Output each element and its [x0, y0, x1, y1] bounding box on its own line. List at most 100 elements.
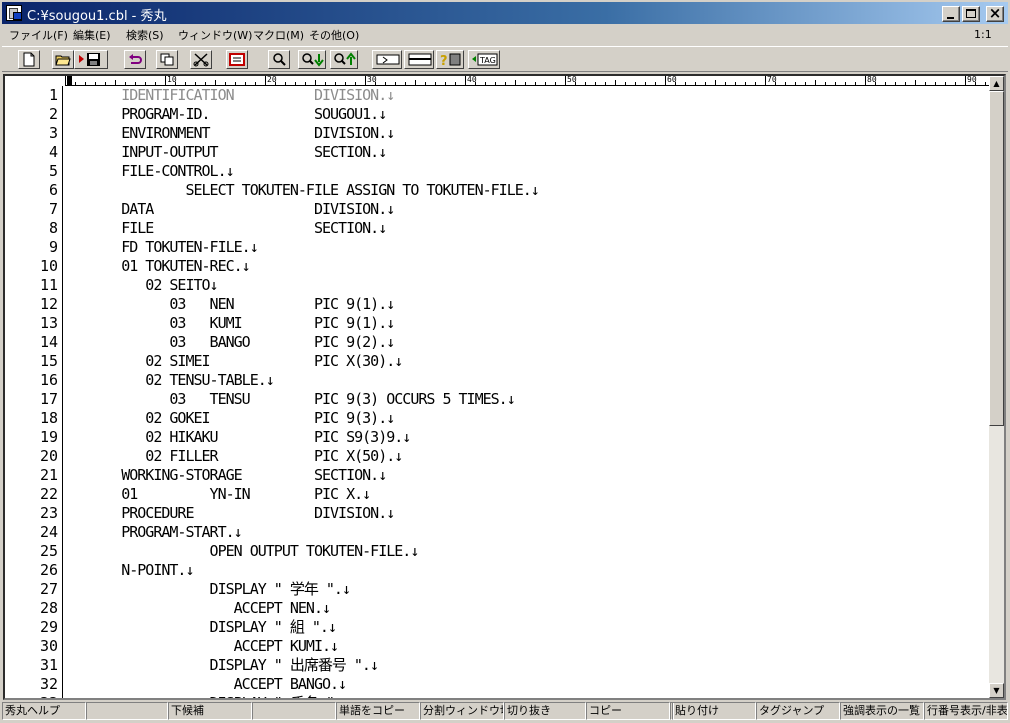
code-line[interactable]: FILE-CONTROL.↓: [65, 162, 234, 181]
code-line[interactable]: 03 BANGO PIC 9(2).↓: [65, 333, 395, 352]
ruler-tick: [825, 82, 826, 85]
line-number: 9: [48, 238, 58, 256]
code-line[interactable]: IDENTIFICATION DIVISION.↓: [65, 86, 395, 105]
ruler-tick: [415, 80, 416, 85]
jump-button[interactable]: [372, 50, 402, 69]
menu-window[interactable]: ウィンドウ(W): [178, 27, 252, 43]
copy-icon: [160, 53, 174, 66]
fkey-toggle-line-numbers[interactable]: 行番号表示/非表示: [924, 702, 1008, 720]
code-line[interactable]: INPUT-OUTPUT SECTION.↓: [65, 143, 387, 162]
search-down-button[interactable]: [298, 50, 326, 69]
help-button[interactable]: ?: [436, 50, 464, 69]
menu-edit[interactable]: 編集(E): [73, 27, 111, 43]
fkey-paste[interactable]: 貼り付け: [672, 702, 756, 720]
code-line[interactable]: ACCEPT BANGO.↓: [65, 675, 347, 694]
line-number: 18: [39, 409, 58, 427]
code-line[interactable]: FILE SECTION.↓: [65, 219, 387, 238]
code-line[interactable]: PROGRAM-ID. SOUGOU1.↓: [65, 105, 387, 124]
open-button[interactable]: [52, 50, 74, 69]
code-line[interactable]: PROCEDURE DIVISION.↓: [65, 504, 395, 523]
code-line[interactable]: DISPLAY " 組 ".↓: [65, 618, 337, 637]
ruler-tick: [935, 82, 936, 85]
code-line[interactable]: 01 YN-IN PIC X.↓: [65, 485, 371, 504]
ruler-label: 30: [367, 76, 377, 84]
menu-file[interactable]: ファイル(F): [9, 27, 68, 43]
scroll-up-button[interactable]: ▲: [989, 76, 1004, 91]
fkey-copy[interactable]: コピー: [586, 702, 670, 720]
code-line[interactable]: 03 TENSU PIC 9(3) OCCURS 5 TIMES.↓: [65, 390, 515, 409]
ruler-tick: [365, 76, 366, 85]
fkey-cut[interactable]: 切り抜き: [504, 702, 586, 720]
line-number: 19: [39, 428, 58, 446]
ruler-tick: [565, 76, 566, 85]
search-button[interactable]: [268, 50, 290, 69]
paste-button[interactable]: [226, 50, 248, 69]
code-line[interactable]: 03 NEN PIC 9(1).↓: [65, 295, 395, 314]
cut-button[interactable]: [190, 50, 212, 69]
code-line[interactable]: 02 SEITO↓: [65, 276, 218, 295]
search-up-button[interactable]: [330, 50, 358, 69]
code-line[interactable]: OPEN OUTPUT TOKUTEN-FILE.↓: [65, 542, 420, 561]
editor[interactable]: 10 20 30 40 50 60 70 80 90 1 2 3 4 5 6 7 8 9 10 11 12 13 14 15…: [3, 74, 1006, 700]
app-icon[interactable]: [6, 5, 22, 21]
code-line[interactable]: ACCEPT NEN.↓: [65, 599, 331, 618]
split-window-button[interactable]: [404, 50, 434, 69]
fkey-switch-split-window[interactable]: 分割ウィンドウ切り: [420, 702, 504, 720]
code-line[interactable]: FD TOKUTEN-FILE.↓: [65, 238, 259, 257]
code-line[interactable]: N-POINT.↓: [65, 561, 194, 580]
new-file-button[interactable]: [18, 50, 40, 69]
code-line[interactable]: SELECT TOKUTEN-FILE ASSIGN TO TOKUTEN-FI…: [65, 181, 539, 200]
open-folder-icon: [55, 55, 71, 66]
split-window-icon: [408, 53, 432, 66]
code-line[interactable]: DISPLAY " 出席番号 ".↓: [65, 656, 379, 675]
ruler-tick: [985, 82, 986, 85]
code-line[interactable]: WORKING-STORAGE SECTION.↓: [65, 466, 387, 485]
ruler-label: 70: [767, 76, 777, 84]
code-area[interactable]: IDENTIFICATION DIVISION.↓ PROGRAM-ID. SO…: [65, 86, 989, 698]
menu-macro[interactable]: マクロ(M): [253, 27, 304, 43]
fkey-hidemaru-help[interactable]: 秀丸ヘルプ: [2, 702, 86, 720]
fkey-next-candidate[interactable]: 下候補: [168, 702, 252, 720]
code-line[interactable]: DATA DIVISION.↓: [65, 200, 395, 219]
ruler-tick: [715, 80, 716, 85]
undo-button[interactable]: [124, 50, 146, 69]
scroll-down-button[interactable]: ▼: [989, 683, 1004, 698]
ruler-tick: [605, 82, 606, 85]
code-line[interactable]: 03 KUMI PIC 9(1).↓: [65, 314, 395, 333]
close-button[interactable]: ×: [986, 5, 1004, 22]
title-bar[interactable]: C:¥sougou1.cbl - 秀丸 ×: [2, 2, 1008, 24]
vertical-scrollbar[interactable]: ▲ ▼: [989, 76, 1004, 698]
copy-button[interactable]: [156, 50, 178, 69]
fkey-highlight-list[interactable]: 強調表示の一覧: [840, 702, 924, 720]
fkey-copy-word[interactable]: 単語をコピー: [336, 702, 420, 720]
code-line[interactable]: DISPLAY " 氏名 ".↓: [65, 694, 351, 698]
fkey-tag-jump[interactable]: タグジャンプ: [756, 702, 840, 720]
ruler-tick: [345, 82, 346, 85]
code-line[interactable]: 02 TENSU-TABLE.↓: [65, 371, 275, 390]
save-button[interactable]: [74, 50, 108, 69]
fkey-2[interactable]: [86, 702, 168, 720]
ruler-tick: [815, 80, 816, 85]
code-line[interactable]: 02 SIMEI PIC X(30).↓: [65, 352, 403, 371]
minimize-button[interactable]: [942, 6, 960, 22]
code-line[interactable]: 02 GOKEI PIC 9(3).↓: [65, 409, 395, 428]
menu-search[interactable]: 検索(S): [126, 27, 164, 43]
ruler-label: 90: [967, 76, 977, 84]
code-line[interactable]: 01 TOKUTEN-REC.↓: [65, 257, 251, 276]
scroll-thumb[interactable]: [989, 91, 1004, 426]
maximize-button[interactable]: [962, 6, 980, 22]
code-line[interactable]: 02 HIKAKU PIC S9(3)9.↓: [65, 428, 411, 447]
undo-icon: [129, 54, 142, 64]
cut-icon: [193, 53, 209, 67]
fkey-4[interactable]: [252, 702, 336, 720]
tag-jump-button[interactable]: TAG: [468, 50, 500, 69]
ruler-label: 40: [467, 76, 477, 84]
ruler-tick: [965, 76, 966, 85]
menu-other[interactable]: その他(O): [309, 27, 359, 43]
code-line[interactable]: ACCEPT KUMI.↓: [65, 637, 339, 656]
code-line[interactable]: PROGRAM-START.↓: [65, 523, 242, 542]
code-line[interactable]: ENVIRONMENT DIVISION.↓: [65, 124, 395, 143]
code-line[interactable]: DISPLAY " 学年 ".↓: [65, 580, 351, 599]
code-line[interactable]: 02 FILLER PIC X(50).↓: [65, 447, 403, 466]
ruler-label: 80: [867, 76, 877, 84]
